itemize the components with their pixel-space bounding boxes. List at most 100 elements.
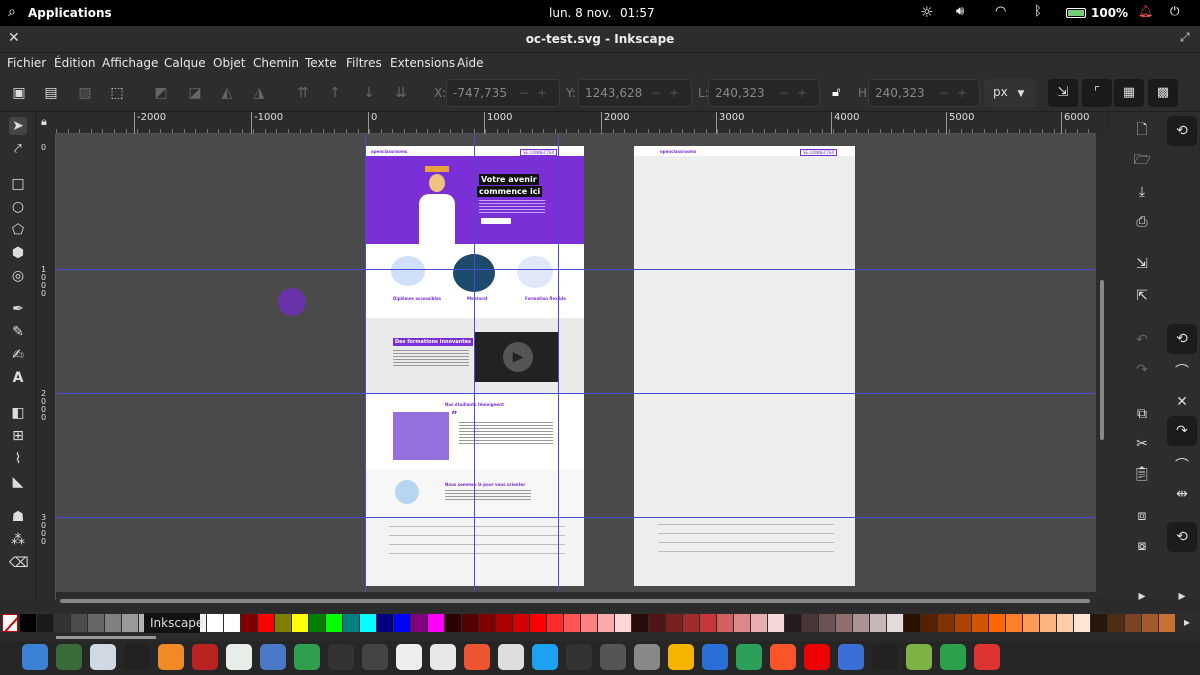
telegram-icon[interactable]	[940, 644, 966, 670]
palette-menu-icon[interactable]: ▸	[1184, 615, 1190, 629]
color-swatch[interactable]	[1125, 614, 1141, 632]
no-paint-swatch[interactable]	[2, 614, 18, 632]
folder-icon[interactable]	[260, 644, 286, 670]
color-swatch[interactable]	[20, 614, 36, 632]
guide-horizontal-2[interactable]	[56, 393, 1096, 394]
color-swatch[interactable]	[819, 614, 835, 632]
spray-tool-icon[interactable]: ⁂	[9, 531, 27, 549]
import-icon[interactable]: ⇲	[1132, 254, 1152, 274]
guide-vertical-3[interactable]	[558, 134, 559, 592]
guide-vertical-1[interactable]	[365, 134, 366, 592]
scale-corners-icon[interactable]: ⌜	[1082, 79, 1112, 107]
color-swatch[interactable]	[530, 614, 546, 632]
color-swatch[interactable]	[360, 614, 376, 632]
maximize-icon[interactable]: ⤢	[1180, 30, 1190, 45]
clone-icon[interactable]: ⧇	[1132, 536, 1152, 556]
color-swatch[interactable]	[598, 614, 614, 632]
menu-extensions[interactable]: Extensions	[390, 56, 455, 70]
vertical-ruler[interactable]: 0 1 0 0 0 2 0 0 0 3 0 0 0	[36, 134, 56, 600]
snap-toggle-icon[interactable]: ⟲	[1167, 116, 1197, 146]
paint-bucket-tool-icon[interactable]: ◣	[9, 473, 27, 491]
color-swatch[interactable]	[54, 614, 70, 632]
notification-icon[interactable]: 🔔︎	[1138, 4, 1153, 18]
horizontal-scroll-thumb[interactable]	[60, 599, 1090, 603]
whatsapp-icon[interactable]	[294, 644, 320, 670]
upload-icon[interactable]	[702, 644, 728, 670]
color-swatch[interactable]	[700, 614, 716, 632]
color-swatch[interactable]	[581, 614, 597, 632]
cut-icon[interactable]: ✂	[1132, 434, 1152, 454]
mail-icon[interactable]	[90, 644, 116, 670]
terminal-icon[interactable]	[362, 644, 388, 670]
selector-tool-icon[interactable]: ➤	[9, 117, 27, 135]
flip-horizontal-icon[interactable]: ◭	[218, 84, 236, 102]
gallery-icon[interactable]	[600, 644, 626, 670]
pen-tool-icon[interactable]: ✒	[9, 300, 27, 318]
page-2[interactable]: openclassrooms SE CONNECTER	[634, 146, 855, 586]
power-icon[interactable]: ⏻	[1170, 4, 1180, 19]
tweak-tool-icon[interactable]: ☗	[9, 508, 27, 526]
color-swatch[interactable]	[547, 614, 563, 632]
color-swatch[interactable]	[853, 614, 869, 632]
open-icon[interactable]: 🗁	[1132, 150, 1152, 170]
wifi-icon[interactable]: ◠	[995, 4, 1006, 19]
color-swatch[interactable]	[836, 614, 852, 632]
more-snap-icon[interactable]: ▸	[1172, 586, 1192, 606]
lock-guides-icon[interactable]: 🔒︎	[41, 115, 47, 129]
paste-icon[interactable]: 📋︎	[1132, 464, 1152, 484]
calligraphy-tool-icon[interactable]: ✍	[9, 346, 27, 364]
color-swatch[interactable]	[88, 614, 104, 632]
text-tool-icon[interactable]: A	[9, 369, 27, 387]
date[interactable]: lun. 8 nov.	[549, 6, 612, 20]
browser-icon[interactable]	[56, 644, 82, 670]
color-swatch[interactable]	[683, 614, 699, 632]
video-icon[interactable]	[192, 644, 218, 670]
export-icon[interactable]: ⇱	[1132, 286, 1152, 306]
color-swatch[interactable]	[1006, 614, 1022, 632]
select-all-icon[interactable]: ▣	[10, 84, 28, 102]
color-swatch[interactable]	[989, 614, 1005, 632]
undo-icon[interactable]: ↶	[1132, 330, 1152, 350]
color-swatch[interactable]	[649, 614, 665, 632]
more-commands-icon[interactable]: ▸	[1132, 586, 1152, 606]
brave-icon[interactable]	[430, 644, 456, 670]
guide-horizontal-3[interactable]	[56, 517, 1096, 518]
color-swatch[interactable]	[1074, 614, 1090, 632]
ellipse-tool-icon[interactable]: ○	[9, 198, 27, 216]
x-field[interactable]: -747,735 −+	[446, 79, 560, 107]
twitter-icon[interactable]	[532, 644, 558, 670]
drive-icon[interactable]	[736, 644, 762, 670]
color-swatch[interactable]	[1023, 614, 1039, 632]
height-field[interactable]: 240,323 −+	[868, 79, 980, 107]
vertical-scroll-thumb[interactable]	[1100, 280, 1104, 440]
applications-menu[interactable]: Applications	[28, 6, 112, 20]
color-swatch[interactable]	[734, 614, 750, 632]
raise-icon[interactable]: ↑	[326, 84, 344, 102]
menu-edition[interactable]: Édition	[54, 56, 96, 70]
color-swatch[interactable]	[496, 614, 512, 632]
menu-affichage[interactable]: Affichage	[102, 56, 158, 70]
redo-icon[interactable]: ↷	[1132, 360, 1152, 380]
color-swatch[interactable]	[343, 614, 359, 632]
snap-intersection-icon[interactable]: ⇹	[1172, 484, 1192, 504]
editor-icon[interactable]	[328, 644, 354, 670]
color-swatch[interactable]	[972, 614, 988, 632]
vertical-scrollbar[interactable]	[1096, 134, 1110, 596]
y-field[interactable]: 1243,628 −+	[578, 79, 692, 107]
canvas[interactable]: openclassrooms SE CONNECTER Votre avenir…	[56, 134, 1096, 592]
duplicate-icon[interactable]: ⧈	[1132, 506, 1152, 526]
tasks-icon[interactable]	[498, 644, 524, 670]
color-swatch[interactable]	[751, 614, 767, 632]
snap-bbox-edge-icon[interactable]: ⌒	[1172, 362, 1192, 382]
battery-icon[interactable]	[1066, 8, 1086, 18]
rotate-ccw-icon[interactable]: ◩	[152, 84, 170, 102]
music-icon[interactable]	[158, 644, 184, 670]
console-icon[interactable]	[872, 644, 898, 670]
color-swatch[interactable]	[462, 614, 478, 632]
color-swatch[interactable]	[1108, 614, 1124, 632]
color-swatch[interactable]	[71, 614, 87, 632]
clock[interactable]: 01:57	[620, 6, 655, 20]
color-swatch[interactable]	[309, 614, 325, 632]
monitor-icon[interactable]	[566, 644, 592, 670]
color-swatch[interactable]	[479, 614, 495, 632]
